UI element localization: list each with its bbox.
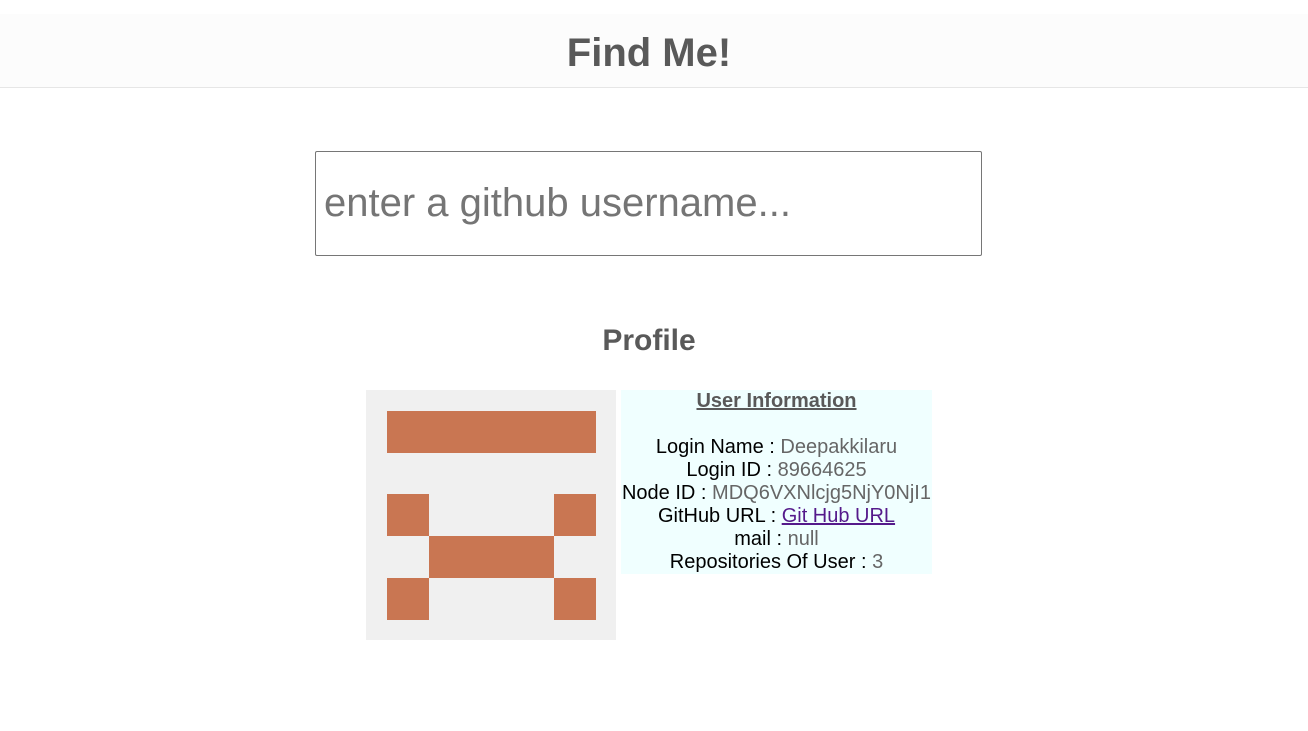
user-info-panel: User Information Login Name : Deepakkila…: [621, 390, 932, 574]
avatar-pixel: [429, 536, 554, 578]
github-url-row: GitHub URL : Git Hub URL: [621, 505, 932, 528]
login-name-label: Login Name :: [655, 436, 781, 458]
avatar-pixel: [387, 494, 429, 536]
avatar-pixel: [554, 494, 596, 536]
node-id-value: MDQ6VXNlcjg5NjY0NjI1: [712, 482, 931, 504]
node-id-label: Node ID :: [621, 482, 713, 504]
repos-row: Repositories Of User : 3: [621, 551, 932, 574]
login-name-row: Login Name : Deepakkilaru: [621, 436, 932, 459]
login-name-value: Deepakkilaru: [780, 436, 898, 458]
mail-row: mail : null: [621, 528, 932, 551]
user-info-heading: User Information: [696, 390, 857, 412]
app-title: Find Me!: [566, 31, 732, 75]
github-url-label: GitHub URL :: [657, 505, 782, 527]
avatar: [366, 390, 616, 640]
mail-value: null: [787, 528, 819, 550]
mail-label: mail :: [734, 528, 788, 550]
avatar-pixel: [387, 411, 596, 453]
login-id-row: Login ID : 89664625: [621, 459, 932, 482]
github-url-link[interactable]: Git Hub URL: [782, 505, 895, 527]
search-input[interactable]: [315, 151, 982, 256]
avatar-pixel: [554, 578, 596, 620]
login-id-label: Login ID :: [686, 459, 778, 481]
profile-title: Profile: [602, 324, 696, 357]
avatar-pixel: [387, 578, 429, 620]
login-id-value: 89664625: [777, 459, 867, 481]
page-header: Find Me!: [0, 14, 1308, 88]
repos-label: Repositories Of User :: [669, 551, 873, 573]
repos-value: 3: [872, 551, 884, 573]
node-id-row: Node ID : MDQ6VXNlcjg5NjY0NjI1: [621, 482, 932, 505]
